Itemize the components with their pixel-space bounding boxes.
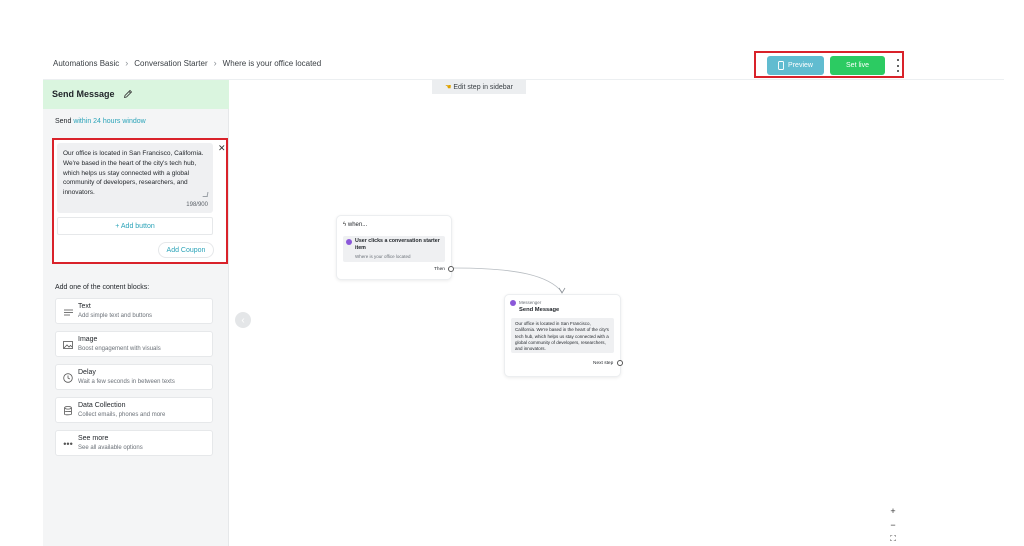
preview-button[interactable]: Preview bbox=[767, 56, 824, 75]
content-blocks-heading: Add one of the content blocks: bbox=[55, 284, 150, 291]
message-text: Our office is located in San Francisco, … bbox=[63, 150, 204, 197]
character-count: 198/900 bbox=[186, 202, 208, 208]
port-label: Next step bbox=[593, 361, 614, 366]
node-message-preview: Our office is located in San Francisco, … bbox=[511, 318, 614, 353]
block-desc: Wait a few seconds in between texts bbox=[78, 379, 175, 385]
block-delay[interactable]: Delay Wait a few seconds in between text… bbox=[55, 364, 213, 390]
step-sidebar: Send Message Send within 24 hours window… bbox=[43, 80, 229, 546]
fit-view-icon[interactable]: ⛶ bbox=[890, 533, 896, 545]
page-margin-left bbox=[0, 0, 43, 546]
block-title: Delay bbox=[78, 369, 96, 376]
edit-hint-badge: ☚ Edit step in sidebar bbox=[432, 80, 526, 94]
set-live-button[interactable]: Set live bbox=[830, 56, 885, 75]
resize-handle-icon[interactable] bbox=[202, 192, 209, 197]
phone-icon bbox=[778, 61, 784, 70]
block-title: Data Collection bbox=[78, 402, 126, 409]
block-title: See more bbox=[78, 435, 109, 442]
collapse-sidebar-button[interactable]: ‹ bbox=[235, 312, 251, 328]
add-coupon-button[interactable]: Add Coupon bbox=[158, 242, 214, 258]
pencil-icon[interactable] bbox=[123, 89, 133, 99]
image-icon bbox=[62, 339, 74, 351]
zoom-controls: + − ⛶ bbox=[886, 505, 900, 545]
zoom-in-icon[interactable]: + bbox=[890, 505, 895, 517]
chevron-right-icon: › bbox=[125, 58, 129, 68]
trigger-node[interactable]: ϟ when... User clicks a conversation sta… bbox=[336, 215, 454, 280]
page-margin-right bbox=[1004, 0, 1024, 546]
output-port[interactable] bbox=[617, 360, 623, 366]
trigger-subtitle: Where is your office located bbox=[355, 254, 411, 259]
node-title: Send Message bbox=[519, 307, 560, 313]
block-desc: See all available options bbox=[78, 445, 143, 451]
step-title: Send Message bbox=[52, 89, 115, 99]
block-see-more[interactable]: ••• See more See all available options bbox=[55, 430, 213, 456]
port-label: Then bbox=[434, 267, 445, 272]
breadcrumb: Automations Basic › Conversation Starter… bbox=[53, 58, 321, 68]
close-icon[interactable]: ✕ bbox=[218, 143, 226, 154]
messenger-icon bbox=[510, 300, 516, 306]
block-title: Image bbox=[78, 336, 98, 343]
message-block-highlight: Our office is located in San Francisco, … bbox=[52, 138, 228, 264]
trigger-label: ϟ when... bbox=[343, 222, 368, 228]
flow-canvas[interactable]: ☚ Edit step in sidebar ‹ ϟ when... User … bbox=[229, 80, 1004, 546]
node-channel: Messenger bbox=[519, 300, 542, 305]
output-port[interactable] bbox=[448, 266, 454, 272]
chevron-left-icon: ‹ bbox=[241, 314, 245, 326]
add-button-button[interactable]: + Add button bbox=[57, 217, 213, 235]
ellipsis-icon: ••• bbox=[63, 439, 73, 449]
zoom-out-icon[interactable]: − bbox=[890, 519, 895, 531]
block-text[interactable]: Text Add simple text and buttons bbox=[55, 298, 213, 324]
header-actions-highlight: Preview Set live bbox=[754, 51, 904, 78]
text-lines-icon bbox=[62, 306, 74, 318]
lightning-icon: ϟ bbox=[343, 222, 347, 228]
block-image[interactable]: Image Boost engagement with visuals bbox=[55, 331, 213, 357]
breadcrumb-item[interactable]: Conversation Starter bbox=[134, 59, 207, 68]
top-header: Automations Basic › Conversation Starter… bbox=[43, 46, 1004, 80]
breadcrumb-item[interactable]: Automations Basic bbox=[53, 59, 119, 68]
send-window-line: Send within 24 hours window bbox=[55, 118, 146, 125]
block-data-collection[interactable]: Data Collection Collect emails, phones a… bbox=[55, 397, 213, 423]
send-message-node[interactable]: Messenger Send Message Our office is loc… bbox=[504, 294, 623, 377]
pointer-icon: ☚ bbox=[445, 84, 452, 91]
set-live-button-label: Set live bbox=[846, 62, 869, 69]
trigger-card: User clicks a conversation starter item … bbox=[343, 236, 445, 262]
message-textarea[interactable]: Our office is located in San Francisco, … bbox=[57, 143, 213, 213]
block-desc: Boost engagement with visuals bbox=[78, 346, 161, 352]
trigger-title: User clicks a conversation starter item bbox=[355, 238, 440, 252]
send-prefix: Send bbox=[55, 118, 72, 125]
breadcrumb-item-current: Where is your office located bbox=[222, 58, 322, 68]
more-options-icon[interactable] bbox=[895, 59, 901, 72]
send-window-link[interactable]: within 24 hours window bbox=[73, 118, 145, 125]
sidebar-header: Send Message bbox=[43, 80, 229, 109]
node-message-text: Our office is located in San Francisco, … bbox=[515, 321, 609, 352]
block-desc: Add simple text and buttons bbox=[78, 313, 153, 319]
preview-button-label: Preview bbox=[788, 62, 813, 69]
chevron-right-icon: › bbox=[213, 58, 217, 68]
block-title: Text bbox=[78, 303, 91, 310]
clock-icon bbox=[62, 372, 74, 384]
database-icon bbox=[62, 405, 74, 417]
block-desc: Collect emails, phones and more bbox=[78, 412, 166, 418]
messenger-icon bbox=[346, 239, 352, 245]
edit-hint-text: Edit step in sidebar bbox=[453, 83, 513, 91]
